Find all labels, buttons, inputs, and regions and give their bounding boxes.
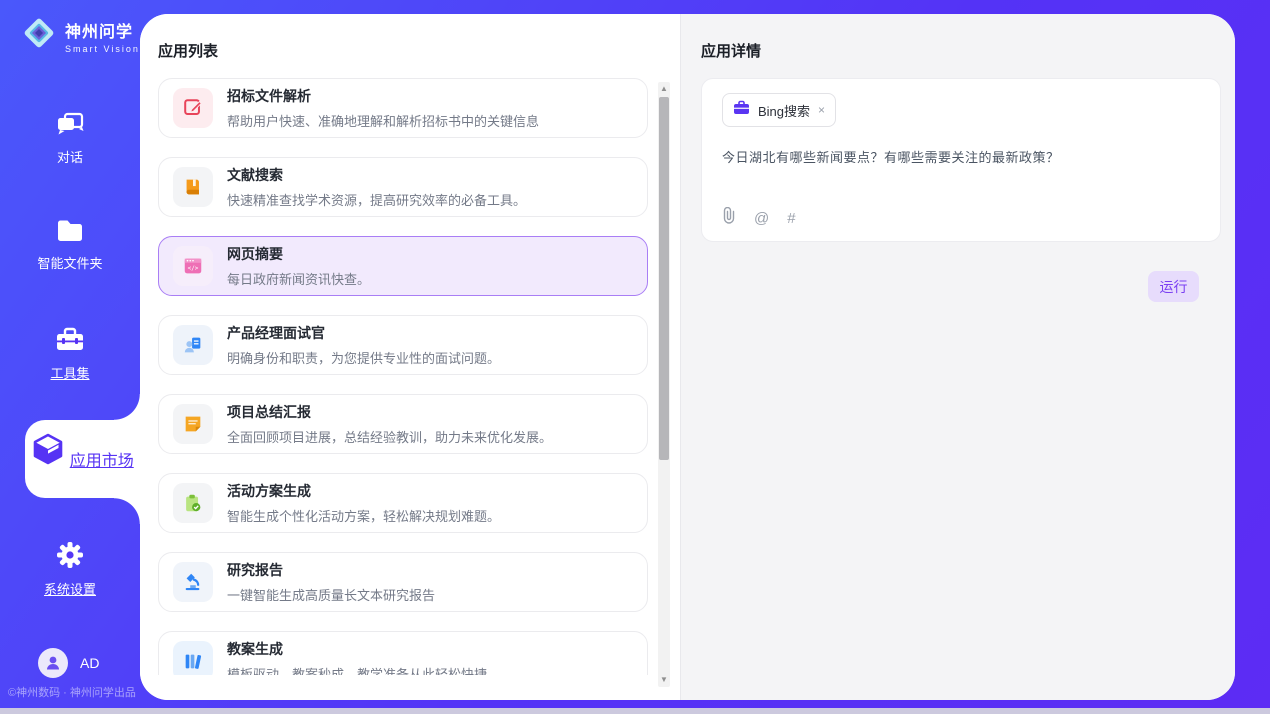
app-name: 项目总结汇报 <box>227 402 552 422</box>
app-card-bid-analysis[interactable]: 招标文件解析 帮助用户快速、准确地理解和解析招标书中的关键信息 <box>158 78 648 138</box>
app-name: 文献搜索 <box>227 165 526 185</box>
svg-text:</>: </> <box>188 265 199 272</box>
interviewer-icon <box>173 325 213 365</box>
sidebar-item-smart-folder[interactable]: 智能文件夹 <box>0 218 140 272</box>
sidebar-item-app-market[interactable]: 应用市场 <box>25 420 140 498</box>
prompt-card[interactable]: Bing搜索 × 今日湖北有哪些新闻要点？有哪些需要关注的最新政策？ @ # <box>701 78 1221 242</box>
app-desc: 帮助用户快速、准确地理解和解析招标书中的关键信息 <box>227 111 539 130</box>
app-name: 教案生成 <box>227 639 487 659</box>
app-list: 招标文件解析 帮助用户快速、准确地理解和解析招标书中的关键信息 文献搜索 快速精… <box>158 78 650 675</box>
mention-icon[interactable]: @ <box>754 210 769 227</box>
app-card-pm-interviewer[interactable]: 产品经理面试官 明确身份和职责，为您提供专业性的面试问题。 <box>158 315 648 375</box>
scroll-down-icon[interactable]: ▼ <box>658 673 670 687</box>
user-account[interactable]: AD <box>38 648 99 678</box>
brand-diamond-icon <box>20 14 58 57</box>
main-container: 应用列表 招标文件解析 帮助用户快速、准确地理解和解析招标书中的关键信息 <box>140 14 1235 700</box>
sidebar-item-chat[interactable]: 对话 <box>0 110 140 166</box>
brand-logo: 神州问学 Smart Vision <box>20 14 140 57</box>
sidebar: 神州问学 Smart Vision 对话 智能文件夹 <box>0 0 140 714</box>
app-desc: 智能生成个性化活动方案，轻松解决规划难题。 <box>227 506 500 525</box>
books-icon <box>173 641 213 675</box>
app-desc: 明确身份和职责，为您提供专业性的面试问题。 <box>227 348 500 367</box>
app-card-project-summary[interactable]: 项目总结汇报 全面回顾项目进展，总结经验教训，助力未来优化发展。 <box>158 394 648 454</box>
attachment-icon[interactable] <box>722 207 736 229</box>
chat-icon <box>55 110 85 138</box>
app-name: 招标文件解析 <box>227 86 539 106</box>
app-name: 产品经理面试官 <box>227 323 500 343</box>
window-bottom-edge <box>0 708 1270 714</box>
scrollbar-thumb[interactable] <box>659 97 669 460</box>
note-icon <box>173 404 213 444</box>
cube-icon <box>31 453 69 470</box>
folder-icon <box>55 218 85 246</box>
app-detail-title: 应用详情 <box>701 40 1221 61</box>
app-name: 网页摘要 <box>227 244 370 264</box>
sidebar-item-label: 应用市场 <box>70 453 134 470</box>
sidebar-item-label: 工具集 <box>0 363 140 382</box>
tool-tag-bing-search[interactable]: Bing搜索 × <box>722 93 836 127</box>
sidebar-item-settings[interactable]: 系统设置 <box>0 540 140 598</box>
hashtag-icon[interactable]: # <box>787 210 795 227</box>
sidebar-item-label: 系统设置 <box>0 579 140 598</box>
close-icon[interactable]: × <box>818 103 825 117</box>
gear-icon <box>55 540 85 568</box>
app-detail-panel: 应用详情 Bing搜索 × 今日湖北有哪些新闻要点？有哪些需要关注的最新政策？ <box>680 14 1235 700</box>
app-desc: 快速精准查找学术资源，提高研究效率的必备工具。 <box>227 190 526 209</box>
app-card-research-report[interactable]: 研究报告 一键智能生成高质量长文本研究报告 <box>158 552 648 612</box>
web-page-icon: </> <box>173 246 213 286</box>
app-card-web-summary[interactable]: </> 网页摘要 每日政府新闻资讯快查。 <box>158 236 648 296</box>
edit-document-icon <box>173 88 213 128</box>
query-text[interactable]: 今日湖北有哪些新闻要点？有哪些需要关注的最新政策？ <box>722 147 1200 166</box>
run-button[interactable]: 运行 <box>1148 271 1199 302</box>
app-desc: 全面回顾项目进展，总结经验教训，助力未来优化发展。 <box>227 427 552 446</box>
app-card-lesson-plan[interactable]: 教案生成 模板驱动，教案秒成，教学准备从此轻松快捷 <box>158 631 648 675</box>
clipboard-check-icon <box>173 483 213 523</box>
app-name: 研究报告 <box>227 560 435 580</box>
tool-tag-label: Bing搜索 <box>758 101 810 120</box>
app-list-title: 应用列表 <box>158 40 680 61</box>
copyright-text: ©神州数码 · 神州问学出品 <box>8 684 148 700</box>
app-name: 活动方案生成 <box>227 481 500 501</box>
sidebar-item-label: 对话 <box>0 147 140 166</box>
microscope-icon <box>173 562 213 602</box>
app-list-scrollbar[interactable]: ▲ ▼ <box>658 82 670 687</box>
briefcase-icon <box>733 100 750 120</box>
app-list-panel: 应用列表 招标文件解析 帮助用户快速、准确地理解和解析招标书中的关键信息 <box>140 14 680 700</box>
app-card-literature-search[interactable]: 文献搜索 快速精准查找学术资源，提高研究效率的必备工具。 <box>158 157 648 217</box>
app-desc: 模板驱动，教案秒成，教学准备从此轻松快捷 <box>227 664 487 675</box>
toolbox-icon <box>54 326 86 354</box>
app-card-event-plan[interactable]: 活动方案生成 智能生成个性化活动方案，轻松解决规划难题。 <box>158 473 648 533</box>
scroll-up-icon[interactable]: ▲ <box>658 82 670 96</box>
sidebar-item-toolset[interactable]: 工具集 <box>0 326 140 382</box>
user-initials: AD <box>80 655 99 671</box>
book-icon <box>173 167 213 207</box>
avatar <box>38 648 68 678</box>
app-desc: 每日政府新闻资讯快查。 <box>227 269 370 288</box>
sidebar-item-label: 智能文件夹 <box>0 253 140 272</box>
brand-name: 神州问学 <box>65 24 133 41</box>
app-desc: 一键智能生成高质量长文本研究报告 <box>227 585 435 604</box>
brand-subtitle: Smart Vision <box>65 44 140 54</box>
